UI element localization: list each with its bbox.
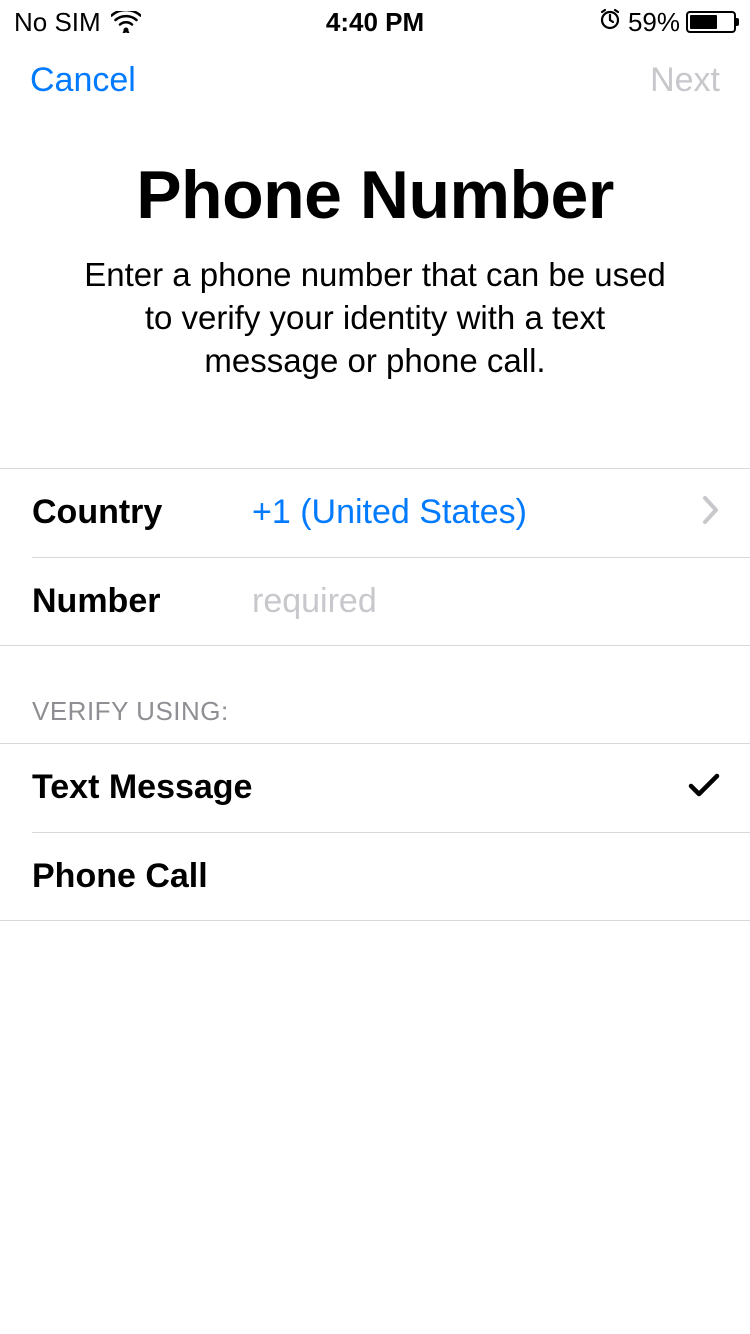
status-bar: No SIM 4:40 PM 59% <box>0 0 750 44</box>
country-row[interactable]: Country +1 (United States) <box>0 469 750 557</box>
cancel-button[interactable]: Cancel <box>30 61 136 100</box>
number-row[interactable]: Number <box>0 558 750 646</box>
status-right: 59% <box>598 7 736 38</box>
page-subtitle: Enter a phone number that can be used to… <box>40 254 710 383</box>
nav-bar: Cancel Next <box>0 44 750 116</box>
checkmark-icon <box>688 766 720 809</box>
status-left: No SIM <box>14 7 141 38</box>
status-time: 4:40 PM <box>326 7 424 38</box>
phone-form-group: Country +1 (United States) Number <box>0 468 750 646</box>
verify-option-phone-call[interactable]: Phone Call <box>0 833 750 921</box>
option-label: Text Message <box>32 768 252 807</box>
country-value: +1 (United States) <box>252 493 702 532</box>
verify-option-text-message[interactable]: Text Message <box>0 744 750 832</box>
number-input[interactable] <box>252 582 720 621</box>
option-label: Phone Call <box>32 857 208 896</box>
carrier-text: No SIM <box>14 7 101 38</box>
wifi-icon <box>111 11 141 33</box>
alarm-icon <box>598 7 622 38</box>
header-block: Phone Number Enter a phone number that c… <box>0 156 750 383</box>
chevron-right-icon <box>702 495 720 530</box>
verify-section-header: VERIFY USING: <box>0 646 750 743</box>
page-title: Phone Number <box>40 156 710 234</box>
next-button[interactable]: Next <box>650 61 720 100</box>
battery-percent: 59% <box>628 7 680 38</box>
battery-icon <box>686 11 736 33</box>
number-label: Number <box>32 582 252 621</box>
country-label: Country <box>32 493 252 532</box>
verify-options-group: Text Message Phone Call <box>0 743 750 921</box>
